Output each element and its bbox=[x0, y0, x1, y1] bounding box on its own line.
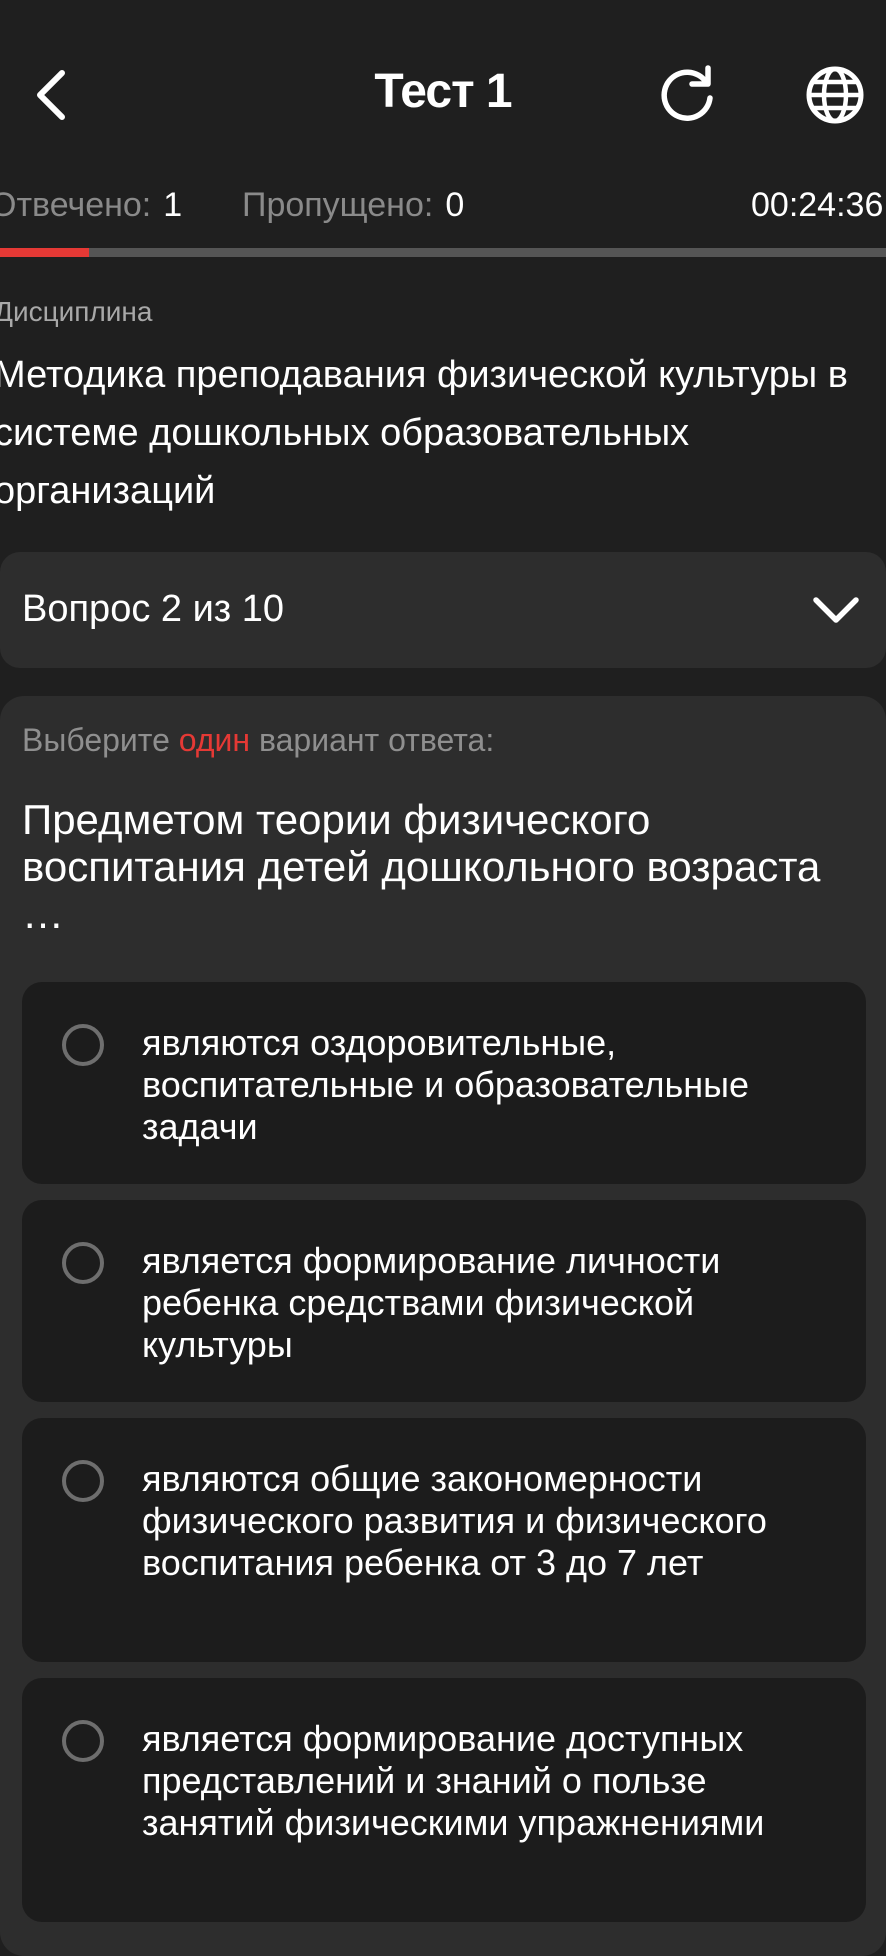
radio-button[interactable] bbox=[62, 1242, 104, 1284]
discipline-name: Методика преподавания физической культур… bbox=[0, 354, 848, 512]
question-selector-label: Вопрос 2 из 10 bbox=[22, 588, 285, 630]
answer-option-text: является формирование доступных представ… bbox=[142, 1718, 765, 1843]
progress-bar bbox=[0, 248, 886, 257]
answer-option-text: являются общие закономерности физическог… bbox=[142, 1458, 767, 1583]
question-card: Выберите один вариант ответа: Предметом … bbox=[0, 696, 886, 1956]
answered-label: Отвечено: bbox=[0, 186, 152, 224]
discipline-label: Дисциплина bbox=[0, 296, 153, 327]
page-title: Тест 1 bbox=[374, 65, 512, 118]
radio-button[interactable] bbox=[62, 1460, 104, 1502]
skipped-value: 0 bbox=[445, 186, 465, 224]
answer-option-text: являются оздоровительные, воспитательные… bbox=[142, 1022, 750, 1147]
refresh-button[interactable] bbox=[652, 60, 722, 130]
radio-button[interactable] bbox=[62, 1720, 104, 1762]
instruction-prefix: Выберите bbox=[22, 722, 170, 758]
radio-button[interactable] bbox=[62, 1024, 104, 1066]
answer-option[interactable]: является формирование доступных представ… bbox=[22, 1678, 866, 1922]
progress-fill bbox=[0, 248, 89, 257]
globe-icon bbox=[806, 66, 864, 124]
answer-option[interactable]: являются общие закономерности физическог… bbox=[22, 1418, 866, 1662]
top-bar: Тест 1 bbox=[0, 0, 886, 190]
answer-option[interactable]: являются оздоровительные, воспитательные… bbox=[22, 982, 866, 1184]
timer: 00:24:36 bbox=[751, 186, 884, 224]
instruction-accent: один bbox=[178, 722, 251, 758]
instruction-suffix: вариант ответа: bbox=[258, 722, 495, 758]
answered-stat: Отвечено: 1 bbox=[0, 186, 182, 224]
skipped-stat: Пропущено: 0 bbox=[242, 186, 464, 225]
chevron-down-icon bbox=[808, 582, 864, 638]
answer-option[interactable]: является формирование личности ребенка с… bbox=[22, 1200, 866, 1402]
answered-value: 1 bbox=[163, 186, 183, 224]
refresh-icon bbox=[661, 65, 713, 121]
answer-instruction: Выберите один вариант ответа: bbox=[22, 722, 494, 759]
skipped-label: Пропущено: bbox=[242, 186, 434, 224]
question-selector[interactable]: Вопрос 2 из 10 bbox=[0, 552, 886, 668]
answer-option-text: является формирование личности ребенка с… bbox=[142, 1240, 721, 1365]
language-button[interactable] bbox=[800, 60, 870, 130]
question-text: Предметом теории физического воспитания … bbox=[22, 796, 821, 937]
